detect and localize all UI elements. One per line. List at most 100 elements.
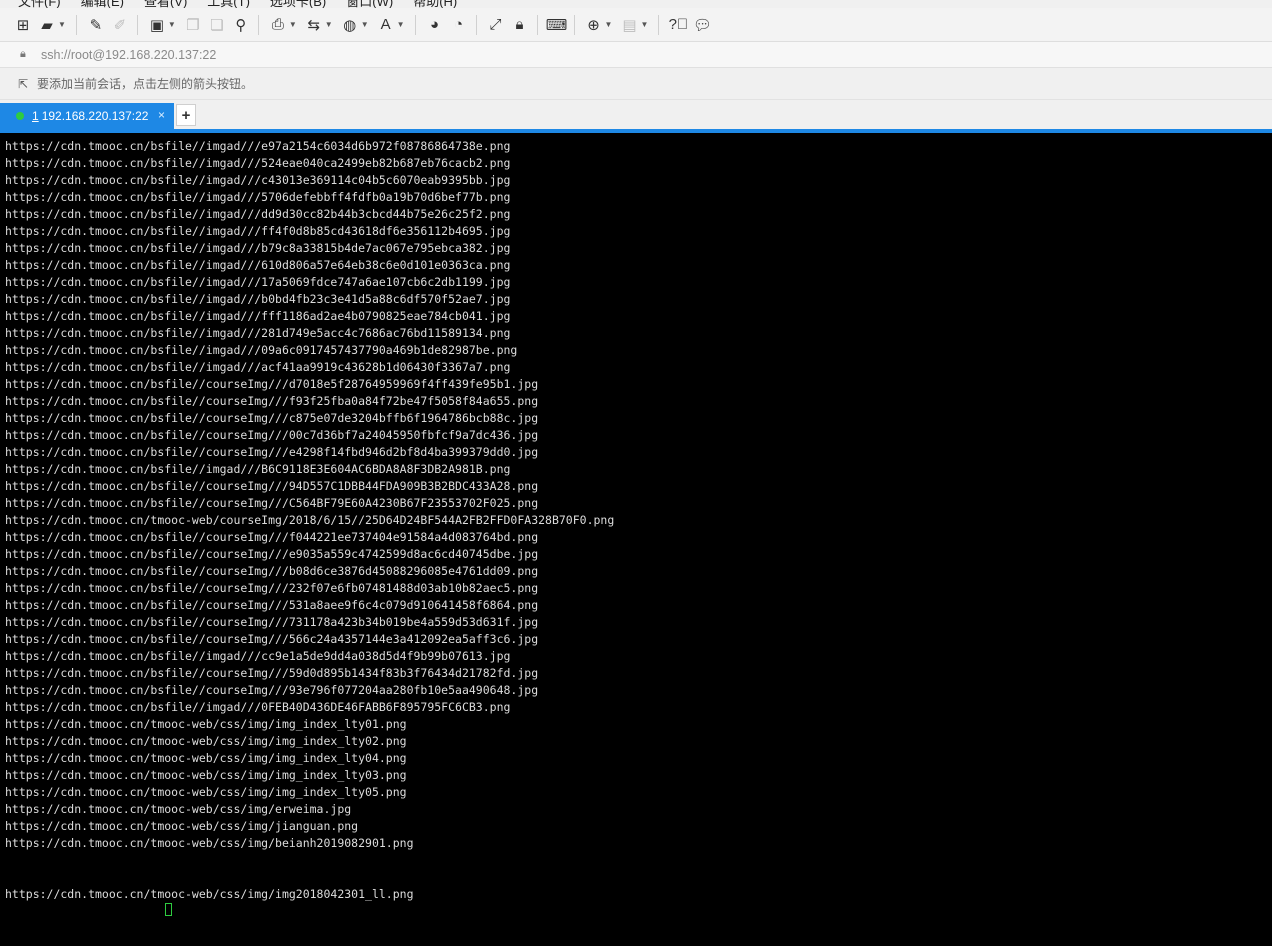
close-tab-icon[interactable]: × [158, 108, 165, 122]
menu-item[interactable]: 编辑(E) [81, 0, 124, 8]
disconnect-icon[interactable]: ✐ [109, 14, 131, 36]
terminal-line: https://cdn.tmooc.cn/tmooc-web/css/img/i… [5, 785, 407, 799]
terminal-line: https://cdn.tmooc.cn/tmooc-web/css/img/i… [5, 751, 407, 765]
lock-icon: 🔒︎ [20, 48, 26, 60]
terminal-line: https://cdn.tmooc.cn/tmooc-web/css/img/i… [5, 768, 407, 782]
terminal-line: https://cdn.tmooc.cn/bsfile//imgad///cc9… [5, 649, 511, 663]
toolbar-separator [136, 14, 138, 35]
xshell-icon[interactable]: ◔ [448, 14, 470, 36]
terminal-line: https://cdn.tmooc.cn/bsfile//courseImg//… [5, 530, 539, 544]
help-icon[interactable]: ?⃝ [667, 14, 689, 36]
terminal-line: https://cdn.tmooc.cn/bsfile//imgad///570… [5, 190, 511, 204]
menu-bar: 文件(F) 编辑(E) 查看(V) 工具(T) 选项卡(B) 窗口(W) 帮助(H) [0, 0, 1272, 8]
layout-dropdown-icon[interactable]: ▼ [640, 20, 648, 29]
lock-toolbar-icon[interactable]: 🔒︎ [509, 14, 531, 36]
terminal-line: https://cdn.tmooc.cn/tmooc-web/css/img/i… [5, 717, 407, 731]
globe-dropdown-icon[interactable]: ▼ [361, 20, 369, 29]
terminal-line: https://cdn.tmooc.cn/tmooc-web/css/img/j… [5, 819, 359, 833]
new-session-icon[interactable]: ⊞ [12, 14, 34, 36]
terminal-line: https://cdn.tmooc.cn/bsfile//courseImg//… [5, 428, 539, 442]
font-dropdown-icon[interactable]: ▼ [397, 20, 405, 29]
terminal-line: https://cdn.tmooc.cn/bsfile//courseImg//… [5, 547, 539, 561]
tab-number: 1 [32, 109, 39, 123]
terminal-line: https://cdn.tmooc.cn/bsfile//courseImg//… [5, 564, 539, 578]
toolbar-separator [536, 14, 538, 35]
terminal-line: https://cdn.tmooc.cn/bsfile//imgad///e97… [5, 139, 511, 153]
menu-item[interactable]: 窗口(W) [346, 0, 393, 8]
terminal-line: https://cdn.tmooc.cn/bsfile//courseImg//… [5, 598, 539, 612]
tab-bar: 1 192.168.220.137:22 × + [0, 100, 1272, 129]
terminal-line: https://cdn.tmooc.cn/bsfile//imgad///dd9… [5, 207, 511, 221]
globe-icon[interactable]: ◍ [339, 14, 361, 36]
arrow-hint-icon[interactable]: ⇱ [18, 77, 34, 91]
terminal-line: https://cdn.tmooc.cn/bsfile//imgad///17a… [5, 275, 511, 289]
menu-item[interactable]: 选项卡(B) [270, 0, 326, 8]
add-tab-dropdown-icon[interactable]: ▼ [605, 20, 613, 29]
terminal-line: https://cdn.tmooc.cn/bsfile//courseImg//… [5, 445, 539, 459]
terminal-line: https://cdn.tmooc.cn/tmooc-web/courseImg… [5, 513, 615, 527]
terminal-cursor [165, 903, 172, 916]
terminal-line: https://cdn.tmooc.cn/bsfile//courseImg//… [5, 615, 539, 629]
new-tab-button[interactable]: + [176, 104, 196, 126]
paste-icon[interactable]: ❏ [206, 14, 228, 36]
find-icon[interactable]: ⚲ [230, 14, 252, 36]
terminal-line: https://cdn.tmooc.cn/tmooc-web/css/img/i… [5, 734, 407, 748]
terminal-line: https://cdn.tmooc.cn/bsfile//imgad///b0b… [5, 292, 511, 306]
address-text[interactable]: ssh://root@192.168.220.137:22 [41, 48, 216, 62]
open-folder-icon[interactable]: ▰ [36, 14, 58, 36]
terminal-line: https://cdn.tmooc.cn/bsfile//courseImg//… [5, 683, 539, 697]
toolbar: ⊞ ▰ ▼ ✎ ✐ ▣ ▼ ❐ ❏ ⚲ ⎙ ▼ ⇆ ▼ ◍ ▼ A ▼ ◕ ◔ ⤢ 🔒︎ ⌨… [0, 8, 1272, 42]
chat-icon[interactable]: 💬︎ [691, 14, 713, 36]
toolbar-separator [75, 14, 77, 35]
terminal-line: https://cdn.tmooc.cn/bsfile//courseImg//… [5, 496, 539, 510]
toolbar-separator [573, 14, 575, 35]
keyboard-icon[interactable]: ⌨ [546, 14, 568, 36]
menu-item[interactable]: 帮助(H) [413, 0, 457, 8]
terminal-line: https://cdn.tmooc.cn/bsfile//imgad///0FE… [5, 700, 511, 714]
terminal-line: https://cdn.tmooc.cn/bsfile//imgad///610… [5, 258, 511, 272]
address-bar[interactable]: 🔒︎ ssh://root@192.168.220.137:22 [0, 42, 1272, 68]
open-dropdown-icon[interactable]: ▼ [58, 20, 66, 29]
terminal-line: https://cdn.tmooc.cn/bsfile//imgad///acf… [5, 360, 511, 374]
font-icon[interactable]: A [375, 14, 397, 36]
session-hint-bar: ⇱ 要添加当前会话，点击左侧的箭头按钮。 [0, 68, 1272, 100]
toolbar-separator [658, 14, 660, 35]
transfer-dropdown-icon[interactable]: ▼ [325, 20, 333, 29]
add-tab-icon[interactable]: ⊕ [583, 14, 605, 36]
connection-status-icon [16, 112, 24, 120]
terminal-line: https://cdn.tmooc.cn/bsfile//courseImg//… [5, 411, 539, 425]
transfer-icon[interactable]: ⇆ [303, 14, 325, 36]
terminal-line: https://cdn.tmooc.cn/bsfile//imgad///b79… [5, 241, 511, 255]
fullscreen-icon[interactable]: ⤢ [485, 14, 507, 36]
terminal-line: https://cdn.tmooc.cn/bsfile//imgad///524… [5, 156, 511, 170]
session-tab[interactable]: 1 192.168.220.137:22 × [0, 103, 174, 129]
terminal-line: https://cdn.tmooc.cn/bsfile//imgad///c43… [5, 173, 511, 187]
toolbar-separator [475, 14, 477, 35]
toolbar-separator [257, 14, 259, 35]
terminal-line: https://cdn.tmooc.cn/bsfile//imgad///fff… [5, 309, 511, 323]
terminal-line: https://cdn.tmooc.cn/bsfile//courseImg//… [5, 581, 539, 595]
terminal-line: https://cdn.tmooc.cn/tmooc-web/css/img/i… [5, 887, 414, 901]
xftp-icon[interactable]: ◕ [424, 14, 446, 36]
properties-icon[interactable]: ▣ [146, 14, 168, 36]
terminal-line: https://cdn.tmooc.cn/bsfile//courseImg//… [5, 632, 539, 646]
copy-icon[interactable]: ❐ [182, 14, 204, 36]
print-icon[interactable]: ⎙ [267, 14, 289, 36]
terminal-line: https://cdn.tmooc.cn/bsfile//imgad///ff4… [5, 224, 511, 238]
terminal-output: https://cdn.tmooc.cn/bsfile//imgad///e97… [5, 138, 614, 903]
menu-item[interactable]: 文件(F) [18, 0, 61, 8]
print-dropdown-icon[interactable]: ▼ [289, 20, 297, 29]
layout-icon[interactable]: ▤ [618, 14, 640, 36]
connect-icon[interactable]: ✎ [85, 14, 107, 36]
menu-item[interactable]: 查看(V) [144, 0, 187, 8]
toolbar-separator [414, 14, 416, 35]
tab-title: 192.168.220.137:22 [41, 109, 149, 123]
terminal-line: https://cdn.tmooc.cn/bsfile//courseImg//… [5, 377, 539, 391]
properties-dropdown-icon[interactable]: ▼ [168, 20, 176, 29]
terminal-area[interactable]: https://cdn.tmooc.cn/bsfile//imgad///e97… [0, 133, 1272, 946]
terminal-line: https://cdn.tmooc.cn/bsfile//imgad///09a… [5, 343, 518, 357]
menu-item[interactable]: 工具(T) [207, 0, 250, 8]
terminal-line: https://cdn.tmooc.cn/bsfile//imgad///B6C… [5, 462, 511, 476]
